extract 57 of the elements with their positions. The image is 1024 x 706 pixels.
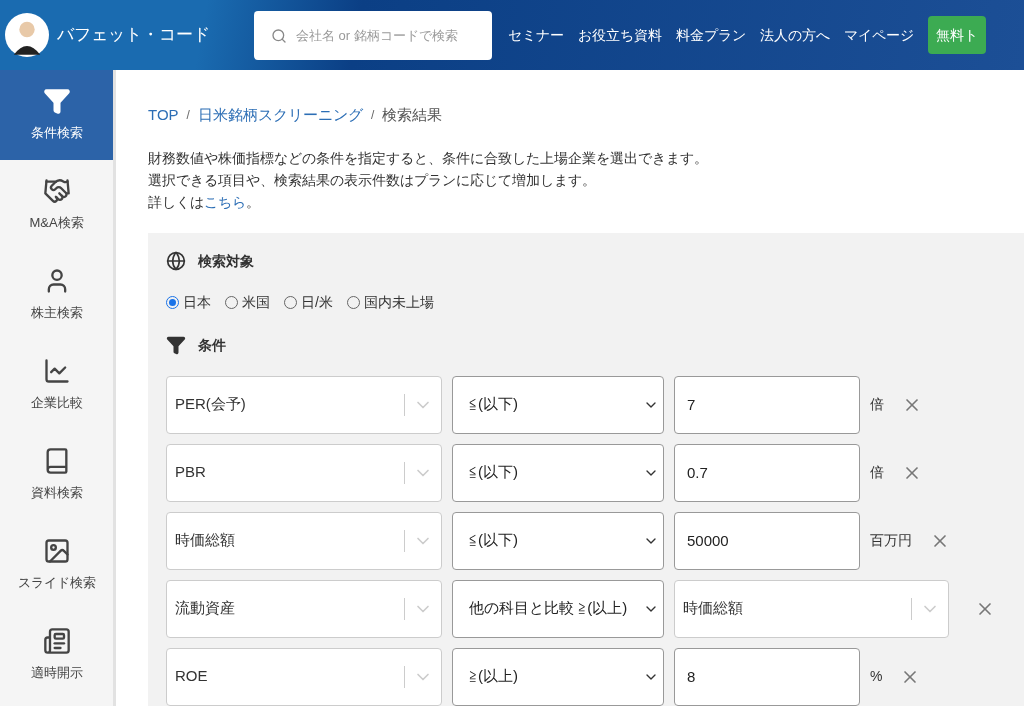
- section-title: 検索対象: [198, 251, 254, 271]
- nav-link[interactable]: 法人の方へ: [760, 24, 830, 46]
- detail-text: 詳しくは こちら。: [148, 192, 261, 212]
- avatar-icon: [5, 13, 49, 57]
- newspaper-icon: [42, 627, 71, 656]
- unit-label: %: [870, 667, 883, 686]
- value-input[interactable]: 50000: [674, 511, 860, 570]
- unit-label: 百万円: [870, 531, 912, 550]
- filter-icon: [166, 335, 186, 355]
- item-select[interactable]: PER(会予): [166, 375, 442, 434]
- nav-link[interactable]: 料金プラン: [676, 24, 746, 46]
- sidebar-item[interactable]: スライド検索: [0, 520, 113, 610]
- sidebar-item[interactable]: M&A検索: [0, 160, 113, 250]
- breadcrumb-separator: /: [186, 107, 190, 125]
- intro-text: 選択できる項目や、検索結果の表示件数はプランに応じて増加します。: [148, 170, 597, 190]
- image-icon: [42, 537, 71, 566]
- operator-select[interactable]: ≧(以上): [452, 647, 664, 706]
- item-select[interactable]: PBR: [166, 443, 442, 502]
- globe-icon: [166, 251, 186, 271]
- operator-select[interactable]: ≦(以下): [452, 443, 664, 502]
- detail-link[interactable]: こちら: [204, 193, 246, 210]
- search-field[interactable]: 会社名 or 銘柄コードで検索: [254, 10, 492, 60]
- breadcrumb-separator: /: [370, 107, 375, 125]
- site-name[interactable]: バフェット・コード: [57, 22, 210, 48]
- unit-label: 倍: [870, 463, 884, 482]
- sidebar-item[interactable]: 資料検索: [0, 430, 113, 520]
- item-select[interactable]: 時価総額: [674, 579, 949, 638]
- filter-icon: [42, 87, 71, 116]
- value-input[interactable]: 7: [674, 375, 860, 434]
- breadcrumb-link[interactable]: 日米銘柄スクリーニング: [197, 104, 363, 127]
- line-chart-icon: [42, 357, 71, 386]
- nav-link[interactable]: お役立ち資料: [578, 24, 662, 46]
- sidebar-item[interactable]: 適時開示: [0, 610, 113, 700]
- nav-link[interactable]: マイページ: [844, 24, 914, 46]
- breadcrumb-link[interactable]: TOP: [148, 104, 179, 127]
- operator-select[interactable]: ≦(以下): [452, 375, 664, 434]
- radio-option[interactable]: 国内未上場: [346, 291, 434, 313]
- item-select[interactable]: ROE: [166, 647, 442, 706]
- search-icon: [271, 27, 287, 44]
- unit-label: 倍: [870, 395, 884, 414]
- breadcrumb-current: 検索結果: [382, 105, 443, 125]
- sidebar-item[interactable]: 企業比較: [0, 340, 113, 430]
- section-title: 条件: [198, 335, 226, 355]
- sidebar-item[interactable]: 株主検索: [0, 250, 113, 340]
- operator-select[interactable]: 他の科目と比較 ≧(以上): [452, 579, 664, 638]
- value-input[interactable]: 8: [674, 647, 860, 706]
- handshake-icon: [42, 177, 71, 206]
- radio-option[interactable]: 日本: [166, 291, 211, 313]
- sidebar-item[interactable]: 条件検索: [0, 70, 113, 160]
- item-select[interactable]: 流動資産: [166, 579, 442, 638]
- item-select[interactable]: 時価総額: [166, 511, 442, 570]
- radio-option[interactable]: 日/米: [284, 291, 333, 313]
- nav-link[interactable]: セミナー: [508, 24, 564, 46]
- radio-option[interactable]: 米国: [225, 291, 270, 313]
- operator-select[interactable]: ≦(以下): [452, 511, 664, 570]
- intro-text: 財務数値や株価指標などの条件を指定すると、条件に合致した上場企業を選出できます。: [148, 148, 709, 168]
- value-input[interactable]: 0.7: [674, 443, 860, 502]
